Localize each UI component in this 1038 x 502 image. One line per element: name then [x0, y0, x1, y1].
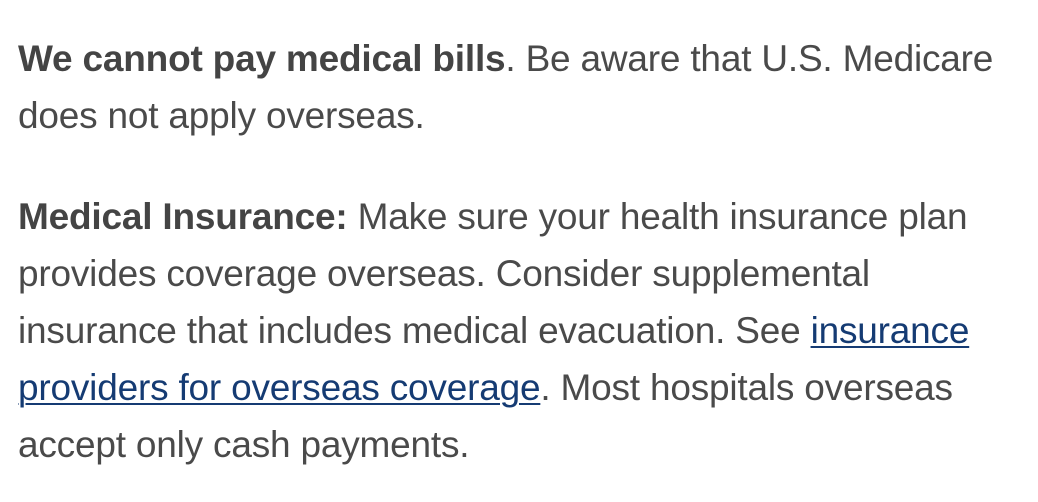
medical-bills-heading: We cannot pay medical bills	[18, 38, 506, 79]
medical-insurance-paragraph: Medical Insurance: Make sure your health…	[18, 188, 1032, 473]
medical-insurance-heading: Medical Insurance:	[18, 196, 348, 237]
medical-bills-paragraph: We cannot pay medical bills. Be aware th…	[18, 30, 1032, 144]
medical-info-section: We cannot pay medical bills. Be aware th…	[18, 30, 1032, 473]
